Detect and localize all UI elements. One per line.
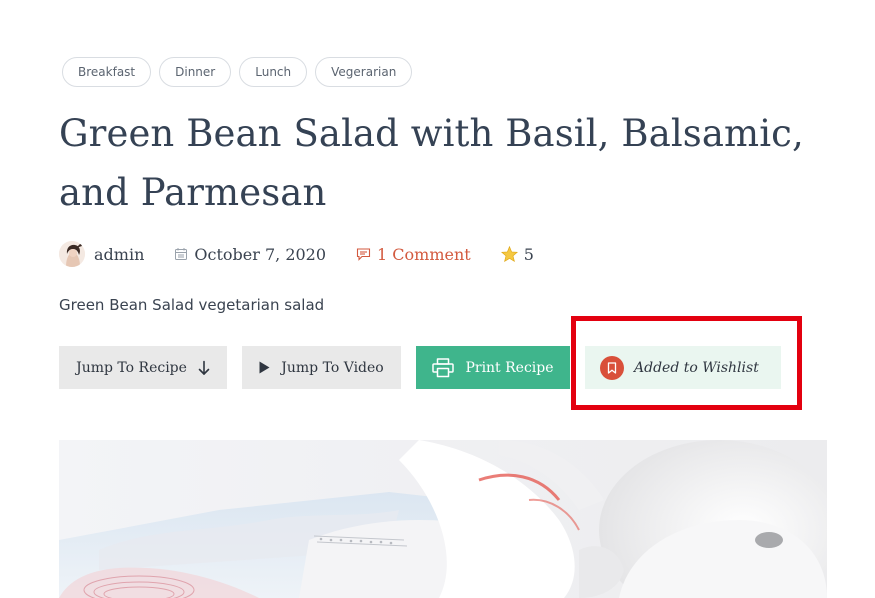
wishlist-button[interactable]: Added to Wishlist bbox=[585, 346, 781, 389]
play-icon bbox=[259, 361, 270, 374]
tag-breakfast[interactable]: Breakfast bbox=[62, 57, 152, 87]
comments-link[interactable]: 1 Comment bbox=[377, 245, 471, 264]
jump-to-recipe-button[interactable]: Jump To Recipe bbox=[59, 346, 227, 389]
recipe-tags: Breakfast Dinner Lunch Vegerarian bbox=[62, 57, 413, 87]
tag-vegetarian[interactable]: Vegerarian bbox=[315, 57, 413, 87]
arrow-down-icon bbox=[198, 360, 210, 376]
post-author[interactable]: admin bbox=[59, 241, 144, 267]
star-icon bbox=[500, 246, 518, 262]
tag-lunch[interactable]: Lunch bbox=[239, 57, 308, 87]
author-name[interactable]: admin bbox=[94, 245, 144, 264]
print-recipe-label: Print Recipe bbox=[465, 359, 554, 376]
printer-icon bbox=[432, 357, 455, 378]
jump-to-video-label: Jump To Video bbox=[281, 359, 384, 376]
bookmark-icon bbox=[600, 355, 624, 380]
post-comments[interactable]: 1 Comment bbox=[356, 245, 471, 264]
page-title: Green Bean Salad with Basil, Balsamic, a… bbox=[59, 112, 804, 214]
post-date: October 7, 2020 bbox=[174, 245, 326, 264]
jump-to-video-button[interactable]: Jump To Video bbox=[242, 346, 401, 389]
rating-value: 5 bbox=[523, 244, 534, 264]
tag-dinner[interactable]: Dinner bbox=[159, 57, 232, 87]
date-text: October 7, 2020 bbox=[194, 244, 327, 264]
wishlist-label: Added to Wishlist bbox=[634, 359, 759, 376]
jump-to-recipe-label: Jump To Recipe bbox=[76, 359, 187, 376]
print-recipe-button[interactable]: Print Recipe bbox=[416, 346, 570, 389]
post-rating: 5 bbox=[500, 244, 534, 264]
post-meta: admin October 7, 2020 1 Comment 5 bbox=[59, 238, 534, 270]
calendar-icon bbox=[174, 247, 188, 261]
recipe-subtitle: Green Bean Salad vegetarian salad bbox=[59, 296, 325, 314]
recipe-hero-image bbox=[59, 440, 827, 598]
comment-icon bbox=[356, 247, 371, 261]
avatar[interactable] bbox=[59, 241, 85, 267]
